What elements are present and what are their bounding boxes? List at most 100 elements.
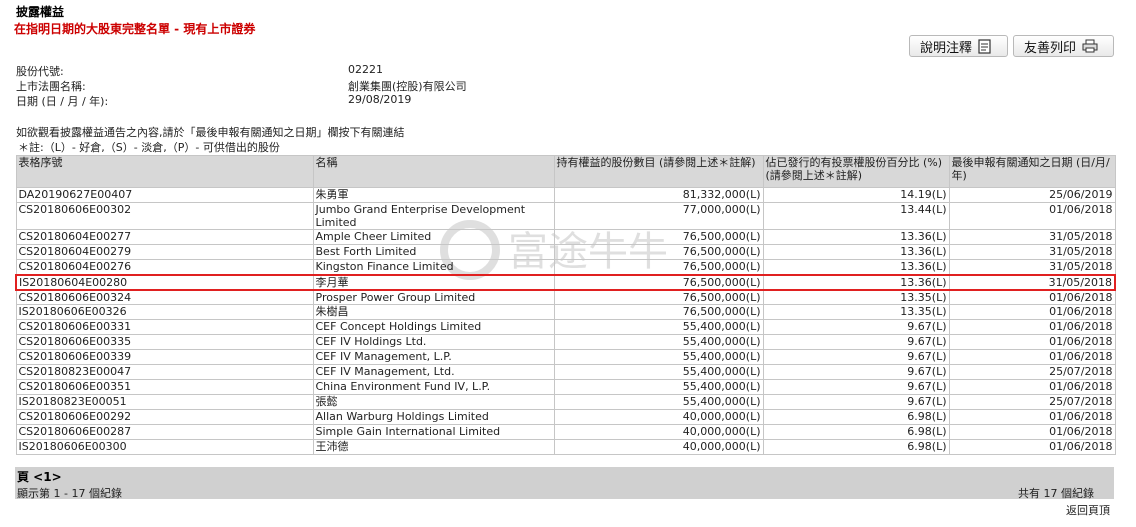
cell-percent: 9.67(L) — [762, 364, 950, 380]
cell-name: CEF IV Management, Ltd. — [312, 364, 555, 380]
cell-percent: 9.67(L) — [762, 334, 950, 350]
print-button[interactable]: 友善列印 — [1013, 35, 1114, 57]
cell-name: China Environment Fund IV, L.P. — [312, 379, 555, 395]
records-shown: 顯示第 1 - 17 個紀錄 — [17, 487, 122, 500]
cell-name: Simple Gain International Limited — [312, 424, 555, 440]
cell-name: Ample Cheer Limited — [312, 229, 555, 245]
printer-icon — [1082, 39, 1098, 53]
col-header-shares: 持有權益的股份數目 (請參閱上述＊註解) — [553, 155, 764, 188]
cell-shares: 76,500,000(L) — [553, 289, 764, 305]
table-row: CS20180606E00335 CEF IV Holdings Ltd. 55,4… — [15, 334, 1116, 350]
cell-form-no: CS20180604E00276 — [15, 259, 314, 275]
cell-percent: 9.67(L) — [762, 349, 950, 365]
legend-note: ＊註:（L）- 好倉,（S）- 淡倉,（P）- 可供借出的股份 — [18, 141, 280, 154]
cell-form-no: CS20180606E00324 — [15, 289, 314, 305]
pagination-bar: 頁 <1> 顯示第 1 - 17 個紀錄 共有 17 個紀錄 — [15, 467, 1114, 500]
cell-form-no: CS20180606E00302 — [15, 202, 314, 230]
cell-name: CEF IV Management, L.P. — [312, 349, 555, 365]
print-button-label: 友善列印 — [1024, 40, 1077, 56]
cell-percent: 13.36(L) — [762, 273, 950, 291]
col-header-name: 名稱 — [312, 155, 555, 188]
page-title: 披露權益 — [16, 5, 65, 19]
cell-date[interactable]: 31/05/2018 — [948, 259, 1116, 275]
stock-code-label: 股份代號: — [16, 65, 64, 78]
cell-name: Kingston Finance Limited — [312, 259, 555, 275]
cell-form-no: CS20180606E00351 — [15, 379, 314, 395]
document-icon — [978, 38, 991, 54]
cell-percent: 9.67(L) — [762, 379, 950, 395]
table-row: CS20180606E00331 CEF Concept Holdings Lim… — [15, 319, 1116, 335]
cell-shares: 40,000,000(L) — [553, 409, 764, 425]
table-row: CS20180606E00302 Jumbo Grand Enterprise D… — [15, 202, 1116, 230]
back-to-top-link[interactable]: 返回頁頂 — [1066, 502, 1110, 518]
cell-date[interactable]: 01/06/2018 — [948, 349, 1116, 365]
cell-form-no: CS20180606E00287 — [15, 424, 314, 440]
cell-percent: 13.36(L) — [762, 259, 950, 275]
cell-date[interactable]: 01/06/2018 — [948, 304, 1116, 320]
cell-date[interactable]: 01/06/2018 — [948, 334, 1116, 350]
table-body: DA20190627E00407 朱勇軍 81,332,000(L) 14.19(L)… — [15, 187, 1116, 455]
cell-name: CEF Concept Holdings Limited — [312, 319, 555, 335]
cell-name: Jumbo Grand Enterprise Development Limit… — [312, 202, 555, 230]
cell-form-no: CS20180823E00047 — [15, 364, 314, 380]
col-header-form-no: 表格序號 — [15, 155, 314, 188]
table-row: CS20180606E00287 Simple Gain Internationa… — [15, 424, 1116, 440]
notes-button-label: 說明注釋 — [920, 40, 973, 56]
cell-shares: 55,400,000(L) — [553, 319, 764, 335]
cell-name: 朱勇軍 — [312, 187, 555, 203]
cell-name: Prosper Power Group Limited — [312, 289, 555, 305]
cell-percent: 14.19(L) — [762, 187, 950, 203]
table-row: IS20180823E00051 張懿 55,400,000(L) 9.67(L) 25… — [15, 394, 1116, 410]
cell-date[interactable]: 01/06/2018 — [948, 289, 1116, 305]
stock-code-value: 02221 — [348, 63, 383, 76]
table-row: CS20180606E00339 CEF IV Management, L.P. 5… — [15, 349, 1116, 365]
cell-percent: 6.98(L) — [762, 439, 950, 455]
cell-percent: 13.35(L) — [762, 304, 950, 320]
cell-date[interactable]: 31/05/2018 — [948, 229, 1116, 245]
cell-date[interactable]: 01/06/2018 — [948, 409, 1116, 425]
col-header-date: 最後申報有關通知之日期 (日/月/年) — [948, 155, 1116, 188]
cell-name: 李月華 — [312, 273, 555, 291]
cell-date[interactable]: 01/06/2018 — [948, 424, 1116, 440]
cell-date[interactable]: 25/07/2018 — [948, 394, 1116, 410]
cell-date[interactable]: 01/06/2018 — [948, 439, 1116, 455]
cell-date[interactable]: 01/06/2018 — [948, 202, 1116, 230]
cell-form-no: CS20180604E00279 — [15, 244, 314, 260]
col-header-percent: 佔已發行的有投票權股份百分比 (%) (請參閱上述＊註解) — [762, 155, 950, 188]
cell-date[interactable]: 01/06/2018 — [948, 319, 1116, 335]
cell-name: Best Forth Limited — [312, 244, 555, 260]
cell-date[interactable]: 01/06/2018 — [948, 379, 1116, 395]
cell-percent: 6.98(L) — [762, 424, 950, 440]
cell-percent: 13.36(L) — [762, 229, 950, 245]
cell-date[interactable]: 31/05/2018 — [948, 244, 1116, 260]
table-row: CS20180604E00276 Kingston Finance Limited… — [15, 259, 1116, 275]
date-label: 日期 (日 / 月 / 年): — [16, 95, 109, 108]
cell-shares: 40,000,000(L) — [553, 424, 764, 440]
cell-form-no: CS20180606E00335 — [15, 334, 314, 350]
cell-name: 王沛德 — [312, 439, 555, 455]
cell-shares: 55,400,000(L) — [553, 364, 764, 380]
cell-shares: 77,000,000(L) — [553, 202, 764, 230]
page-indicator[interactable]: 頁 <1> — [17, 468, 62, 485]
table-row: CS20180604E00277 Ample Cheer Limited 76,50… — [15, 229, 1116, 245]
cell-form-no: CS20180606E00331 — [15, 319, 314, 335]
records-total: 共有 17 個紀錄 — [1018, 487, 1094, 500]
company-name-value: 創業集團(控股)有限公司 — [348, 80, 467, 93]
cell-percent: 9.67(L) — [762, 394, 950, 410]
cell-name: CEF IV Holdings Ltd. — [312, 334, 555, 350]
table-row: IS20180606E00326 朱樹昌 76,500,000(L) 13.35(L)… — [15, 304, 1116, 320]
cell-shares: 55,400,000(L) — [553, 334, 764, 350]
cell-percent: 13.44(L) — [762, 202, 950, 230]
cell-date[interactable]: 25/07/2018 — [948, 364, 1116, 380]
cell-shares: 76,500,000(L) — [553, 273, 764, 291]
cell-shares: 55,400,000(L) — [553, 394, 764, 410]
notes-button[interactable]: 說明注釋 — [909, 35, 1008, 57]
cell-date[interactable]: 25/06/2019 — [948, 187, 1116, 203]
cell-percent: 6.98(L) — [762, 409, 950, 425]
table-row: CS20180606E00292 Allan Warburg Holdings L… — [15, 409, 1116, 425]
table-row: DA20190627E00407 朱勇軍 81,332,000(L) 14.19(L)… — [15, 187, 1116, 203]
cell-date[interactable]: 31/05/2018 — [948, 273, 1116, 291]
cell-form-no: IS20180606E00326 — [15, 304, 314, 320]
company-name-label: 上市法團名稱: — [16, 80, 86, 93]
cell-shares: 76,500,000(L) — [553, 259, 764, 275]
